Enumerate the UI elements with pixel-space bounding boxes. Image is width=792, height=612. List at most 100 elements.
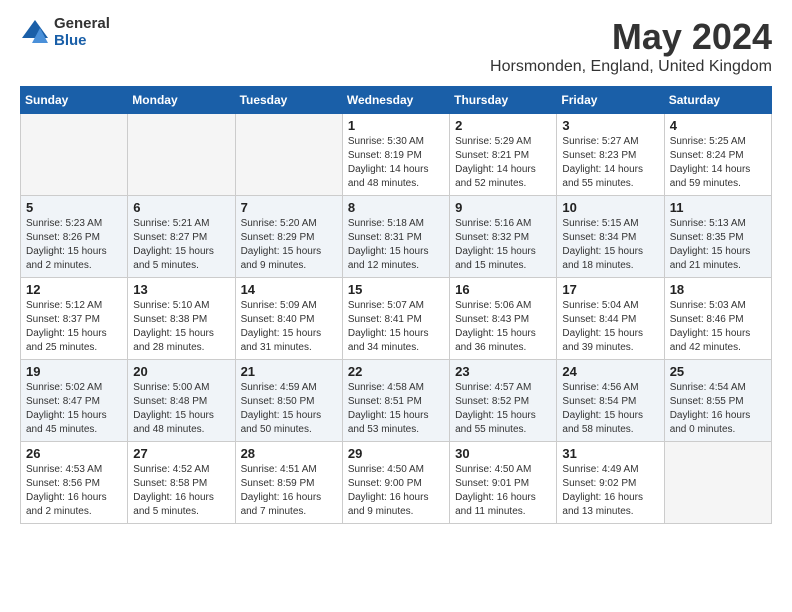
days-of-week-row: SundayMondayTuesdayWednesdayThursdayFrid… <box>21 87 772 114</box>
calendar-cell: 21Sunrise: 4:59 AMSunset: 8:50 PMDayligh… <box>235 360 342 442</box>
day-number: 24 <box>562 364 658 379</box>
day-info: Sunrise: 4:49 AMSunset: 9:02 PMDaylight:… <box>562 463 658 519</box>
calendar-cell <box>21 114 128 196</box>
calendar-cell: 1 Sunrise: 5:30 AMSunset: 8:19 PMDaylight… <box>342 114 449 196</box>
calendar-cell: 6 Sunrise: 5:21 AMSunset: 8:27 PMDaylight… <box>128 196 235 278</box>
calendar-cell: 23 Sunrise: 4:57 AMSunset: 8:52 PMDayligh… <box>450 360 557 442</box>
logo-icon <box>20 18 50 48</box>
day-number: 26 <box>26 446 122 461</box>
day-info: Sunrise: 5:29 AMSunset: 8:21 PMDaylight:… <box>455 135 551 191</box>
week-row-2: 5 Sunrise: 5:23 AMSunset: 8:26 PMDaylight… <box>21 196 772 278</box>
day-number: 21 <box>241 364 337 379</box>
day-number: 20 <box>133 364 229 379</box>
week-row-4: 19 Sunrise: 5:02 AMSunset: 8:47 PMDayligh… <box>21 360 772 442</box>
day-number: 7 <box>241 200 337 215</box>
day-info: Sunrise: 5:12 AMSunset: 8:37 PMDaylight:… <box>26 299 122 355</box>
day-header-monday: Monday <box>128 87 235 114</box>
day-info: Sunrise: 5:18 AMSunset: 8:31 PMDaylight:… <box>348 217 444 273</box>
calendar-cell: 5 Sunrise: 5:23 AMSunset: 8:26 PMDaylight… <box>21 196 128 278</box>
day-info: Sunrise: 5:23 AMSunset: 8:26 PMDaylight:… <box>26 217 122 273</box>
calendar-header: SundayMondayTuesdayWednesdayThursdayFrid… <box>21 87 772 114</box>
calendar-cell: 26 Sunrise: 4:53 AMSunset: 8:56 PMDayligh… <box>21 442 128 524</box>
day-info: Sunrise: 5:02 AMSunset: 8:47 PMDaylight:… <box>26 381 122 437</box>
calendar-cell: 28Sunrise: 4:51 AMSunset: 8:59 PMDayligh… <box>235 442 342 524</box>
calendar-cell: 31 Sunrise: 4:49 AMSunset: 9:02 PMDayligh… <box>557 442 664 524</box>
day-info: Sunrise: 5:04 AMSunset: 8:44 PMDaylight:… <box>562 299 658 355</box>
day-number: 15 <box>348 282 444 297</box>
calendar-cell: 15Sunrise: 5:07 AMSunset: 8:41 PMDayligh… <box>342 278 449 360</box>
day-number: 30 <box>455 446 551 461</box>
calendar-cell: 17Sunrise: 5:04 AMSunset: 8:44 PMDayligh… <box>557 278 664 360</box>
day-number: 22 <box>348 364 444 379</box>
day-info: Sunrise: 5:15 AMSunset: 8:34 PMDaylight:… <box>562 217 658 273</box>
calendar-cell <box>664 442 771 524</box>
calendar-cell: 25Sunrise: 4:54 AMSunset: 8:55 PMDayligh… <box>664 360 771 442</box>
day-info: Sunrise: 4:58 AMSunset: 8:51 PMDaylight:… <box>348 381 444 437</box>
day-info: Sunrise: 5:30 AMSunset: 8:19 PMDaylight:… <box>348 135 444 191</box>
calendar-cell: 16Sunrise: 5:06 AMSunset: 8:43 PMDayligh… <box>450 278 557 360</box>
calendar-cell: 12 Sunrise: 5:12 AMSunset: 8:37 PMDayligh… <box>21 278 128 360</box>
day-number: 1 <box>348 118 444 133</box>
week-row-5: 26 Sunrise: 4:53 AMSunset: 8:56 PMDayligh… <box>21 442 772 524</box>
calendar-cell: 29 Sunrise: 4:50 AMSunset: 9:00 PMDayligh… <box>342 442 449 524</box>
day-header-sunday: Sunday <box>21 87 128 114</box>
day-info: Sunrise: 4:50 AMSunset: 9:01 PMDaylight:… <box>455 463 551 519</box>
calendar-cell: 4 Sunrise: 5:25 AMSunset: 8:24 PMDaylight… <box>664 114 771 196</box>
day-info: Sunrise: 4:51 AMSunset: 8:59 PMDaylight:… <box>241 463 337 519</box>
calendar-cell: 8 Sunrise: 5:18 AMSunset: 8:31 PMDaylight… <box>342 196 449 278</box>
day-info: Sunrise: 5:13 AMSunset: 8:35 PMDaylight:… <box>670 217 766 273</box>
day-info: Sunrise: 5:21 AMSunset: 8:27 PMDaylight:… <box>133 217 229 273</box>
day-number: 19 <box>26 364 122 379</box>
calendar-cell: 22 Sunrise: 4:58 AMSunset: 8:51 PMDayligh… <box>342 360 449 442</box>
day-number: 11 <box>670 200 766 215</box>
calendar-cell: 2 Sunrise: 5:29 AMSunset: 8:21 PMDaylight… <box>450 114 557 196</box>
day-number: 31 <box>562 446 658 461</box>
day-header-friday: Friday <box>557 87 664 114</box>
week-row-3: 12 Sunrise: 5:12 AMSunset: 8:37 PMDayligh… <box>21 278 772 360</box>
logo: General Blue <box>20 16 110 49</box>
calendar-body: 1 Sunrise: 5:30 AMSunset: 8:19 PMDaylight… <box>21 114 772 524</box>
day-number: 18 <box>670 282 766 297</box>
logo-general-label: General <box>54 16 110 33</box>
day-info: Sunrise: 5:16 AMSunset: 8:32 PMDaylight:… <box>455 217 551 273</box>
day-number: 29 <box>348 446 444 461</box>
day-number: 8 <box>348 200 444 215</box>
day-number: 5 <box>26 200 122 215</box>
day-info: Sunrise: 5:27 AMSunset: 8:23 PMDaylight:… <box>562 135 658 191</box>
calendar-cell: 19 Sunrise: 5:02 AMSunset: 8:47 PMDayligh… <box>21 360 128 442</box>
day-header-wednesday: Wednesday <box>342 87 449 114</box>
calendar-cell: 24Sunrise: 4:56 AMSunset: 8:54 PMDayligh… <box>557 360 664 442</box>
day-number: 10 <box>562 200 658 215</box>
day-info: Sunrise: 5:25 AMSunset: 8:24 PMDaylight:… <box>670 135 766 191</box>
day-number: 12 <box>26 282 122 297</box>
calendar-cell: 13Sunrise: 5:10 AMSunset: 8:38 PMDayligh… <box>128 278 235 360</box>
day-info: Sunrise: 5:09 AMSunset: 8:40 PMDaylight:… <box>241 299 337 355</box>
day-info: Sunrise: 4:52 AMSunset: 8:58 PMDaylight:… <box>133 463 229 519</box>
calendar-cell <box>235 114 342 196</box>
day-number: 13 <box>133 282 229 297</box>
day-number: 27 <box>133 446 229 461</box>
title-area: May 2024 Horsmonden, England, United Kin… <box>490 16 772 76</box>
day-number: 23 <box>455 364 551 379</box>
day-number: 25 <box>670 364 766 379</box>
day-number: 16 <box>455 282 551 297</box>
calendar-cell: 18 Sunrise: 5:03 AMSunset: 8:46 PMDayligh… <box>664 278 771 360</box>
day-number: 6 <box>133 200 229 215</box>
calendar-cell: 30 Sunrise: 4:50 AMSunset: 9:01 PMDayligh… <box>450 442 557 524</box>
calendar-cell: 7Sunrise: 5:20 AMSunset: 8:29 PMDaylight… <box>235 196 342 278</box>
day-number: 4 <box>670 118 766 133</box>
calendar-cell <box>128 114 235 196</box>
day-number: 2 <box>455 118 551 133</box>
week-row-1: 1 Sunrise: 5:30 AMSunset: 8:19 PMDaylight… <box>21 114 772 196</box>
calendar-cell: 27 Sunrise: 4:52 AMSunset: 8:58 PMDayligh… <box>128 442 235 524</box>
calendar-cell: 3Sunrise: 5:27 AMSunset: 8:23 PMDaylight… <box>557 114 664 196</box>
day-number: 9 <box>455 200 551 215</box>
day-info: Sunrise: 4:53 AMSunset: 8:56 PMDaylight:… <box>26 463 122 519</box>
day-header-saturday: Saturday <box>664 87 771 114</box>
day-info: Sunrise: 4:50 AMSunset: 9:00 PMDaylight:… <box>348 463 444 519</box>
main-title: May 2024 <box>490 16 772 58</box>
day-info: Sunrise: 5:03 AMSunset: 8:46 PMDaylight:… <box>670 299 766 355</box>
logo-blue-label: Blue <box>54 33 110 50</box>
calendar-table: SundayMondayTuesdayWednesdayThursdayFrid… <box>20 86 772 524</box>
day-info: Sunrise: 4:57 AMSunset: 8:52 PMDaylight:… <box>455 381 551 437</box>
